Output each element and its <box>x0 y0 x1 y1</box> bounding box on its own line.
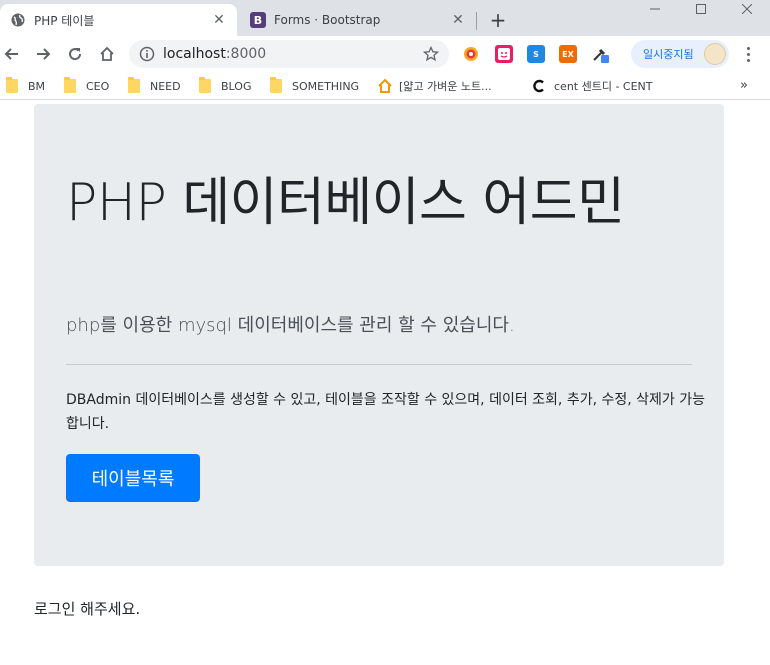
bookmark-label: SOMETHING <box>292 79 360 93</box>
page-content: PHP 데이터베이스 어드민 php를 이용한 mysql 데이터베이스를 관리… <box>0 104 770 665</box>
globe-icon <box>10 12 26 28</box>
minimize-button[interactable] <box>632 0 678 18</box>
home-icon <box>100 46 114 61</box>
reload-button[interactable] <box>63 42 87 66</box>
bookmark-notebook[interactable]: [얇고 가벼운 노트... <box>377 78 492 94</box>
bookmark-label: BLOG <box>221 79 252 93</box>
maximize-button[interactable] <box>678 0 724 18</box>
folder-icon <box>199 77 211 93</box>
bookmark-blog[interactable]: BLOG <box>199 77 252 94</box>
reload-icon <box>69 48 82 61</box>
info-icon <box>139 46 155 62</box>
tab-title: PHP 테이블 <box>34 13 95 28</box>
folder-icon <box>270 77 282 93</box>
extension-s-icon[interactable]: S <box>527 45 545 63</box>
close-tab-icon[interactable]: ✕ <box>211 12 227 28</box>
login-message: 로그인 해주세요. <box>34 600 141 618</box>
c-logo-icon <box>533 79 544 93</box>
lead-text: php를 이용한 mysql 데이터베이스를 관리 할 수 있습니다. <box>66 315 515 336</box>
bookmark-need[interactable]: NEED <box>128 77 181 94</box>
url-text: localhost:8000 <box>163 46 267 62</box>
house-icon <box>378 78 392 93</box>
browser-toolbar: localhost:8000 S EX 일시중지됨 <box>0 36 770 72</box>
extension-record-icon[interactable] <box>462 45 480 63</box>
divider <box>66 364 692 365</box>
description-text: DBAdmin 데이터베이스를 생성할 수 있고, 테이블을 조작할 수 있으며… <box>66 392 705 432</box>
browser-menu-icon[interactable] <box>738 44 758 64</box>
profile-button[interactable]: 일시중지됨 <box>631 40 729 68</box>
forward-arrow-icon <box>37 48 51 60</box>
bookmark-label: BM <box>28 79 46 93</box>
folder-icon <box>6 77 18 93</box>
bookmark-bm[interactable]: BM <box>6 77 46 94</box>
bookmark-star-icon[interactable] <box>421 44 441 64</box>
bookmarks-overflow-button[interactable]: » <box>740 78 748 93</box>
tab-separator <box>476 12 477 30</box>
profile-status-label: 일시중지됨 <box>643 48 694 61</box>
folder-icon <box>64 77 76 93</box>
page-title: PHP 데이터베이스 어드민 <box>66 173 625 233</box>
back-button[interactable] <box>0 42 24 66</box>
svg-text:B: B <box>254 14 262 27</box>
address-bar[interactable]: localhost:8000 <box>129 40 449 68</box>
bookmark-label: NEED <box>150 79 181 93</box>
bookmark-something[interactable]: SOMETHING <box>270 77 360 94</box>
bookmark-ceo[interactable]: CEO <box>64 77 110 94</box>
new-tab-button[interactable]: + <box>487 8 509 32</box>
bootstrap-icon: B <box>250 12 266 28</box>
folder-icon <box>128 77 140 93</box>
forward-button[interactable] <box>31 42 55 66</box>
jumbotron: PHP 데이터베이스 어드민 php를 이용한 mysql 데이터베이스를 관리… <box>34 104 724 566</box>
bookmark-label: cent 센트디 - CENT <box>554 80 653 93</box>
tab-php-table[interactable]: PHP 테이블 ✕ <box>0 4 237 36</box>
eyedropper-icon[interactable] <box>591 45 609 63</box>
close-tab-icon[interactable]: ✕ <box>450 12 466 28</box>
bookmark-label: [얇고 가벼운 노트... <box>399 80 492 93</box>
extension-face-icon[interactable] <box>495 45 513 63</box>
avatar <box>704 43 726 65</box>
home-button[interactable] <box>95 42 119 66</box>
back-arrow-icon <box>4 48 18 60</box>
extension-ex-icon[interactable]: EX <box>559 45 577 63</box>
bookmark-label: CEO <box>86 79 110 93</box>
bookmarks-bar: BM CEO NEED BLOG SOMETHING [얇고 가벼운 노트...… <box>0 72 770 100</box>
tab-forms-bootstrap[interactable]: B Forms · Bootstrap ✕ <box>240 4 476 36</box>
tab-title: Forms · Bootstrap <box>274 13 381 27</box>
table-list-button[interactable]: 테이블목록 <box>66 454 200 502</box>
bookmark-cent[interactable]: cent 센트디 - CENT <box>532 78 653 94</box>
tab-strip: PHP 테이블 ✕ B Forms · Bootstrap ✕ + <box>0 0 770 36</box>
close-window-button[interactable] <box>724 0 770 18</box>
